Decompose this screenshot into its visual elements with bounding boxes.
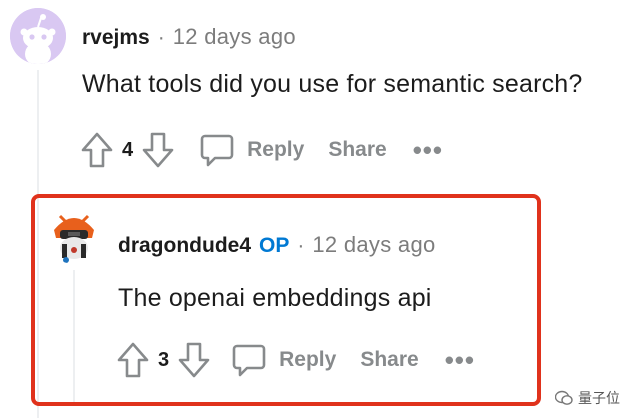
comment-actions: 4 Reply Share •••	[80, 130, 443, 170]
avatar[interactable]	[10, 8, 66, 64]
dragon-avatar-icon	[47, 209, 101, 263]
meta-separator: ·	[297, 234, 305, 257]
op-badge: OP	[259, 234, 290, 257]
username[interactable]: rvejms	[82, 26, 150, 50]
upvote-icon[interactable]	[80, 131, 114, 169]
comment-body: What tools did you use for semantic sear…	[82, 70, 583, 98]
share-button[interactable]: Share	[328, 138, 386, 162]
more-options-button[interactable]: •••	[413, 137, 443, 163]
watermark-text: 量子位	[578, 390, 620, 406]
avatar[interactable]	[46, 208, 102, 264]
reply-label: Reply	[247, 138, 305, 161]
watermark: 量子位	[555, 388, 620, 408]
snoo-avatar-icon	[10, 8, 66, 64]
reply-button[interactable]: Reply	[199, 132, 304, 168]
username[interactable]: dragondude4	[118, 234, 251, 258]
comment-actions: 3 Reply Share •••	[116, 340, 475, 380]
meta-separator: ·	[157, 26, 165, 49]
comment-body: The openai embeddings api	[118, 284, 432, 312]
upvote-icon[interactable]	[116, 341, 150, 379]
more-options-button[interactable]: •••	[445, 347, 475, 373]
vote-count: 4	[122, 138, 134, 161]
vote-count: 3	[158, 348, 170, 371]
share-button[interactable]: Share	[360, 348, 418, 372]
reply-label: Reply	[279, 348, 337, 371]
timestamp[interactable]: 12 days ago	[312, 232, 435, 258]
comment-meta: dragondude4 OP · 12 days ago	[118, 232, 436, 258]
comment-bubble-icon	[232, 344, 266, 377]
comment-bubble-icon	[200, 134, 234, 167]
timestamp[interactable]: 12 days ago	[173, 24, 296, 50]
downvote-icon[interactable]	[177, 341, 211, 379]
reply-button[interactable]: Reply	[231, 342, 336, 378]
downvote-icon[interactable]	[141, 131, 175, 169]
comment-meta: rvejms · 12 days ago	[82, 24, 296, 50]
wechat-icon	[555, 390, 573, 405]
